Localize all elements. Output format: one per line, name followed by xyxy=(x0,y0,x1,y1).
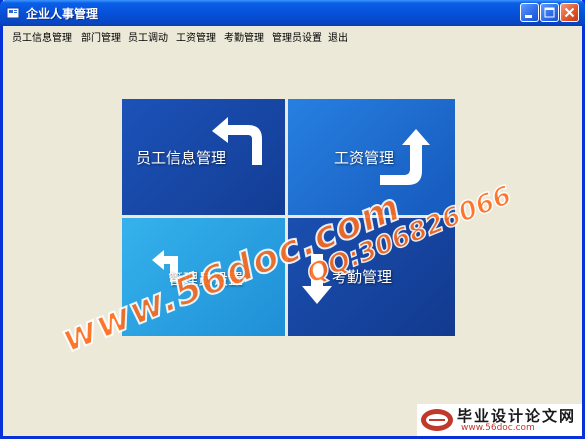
tile-salary-label: 工资管理 xyxy=(334,149,395,167)
menu-attendance[interactable]: 考勤管理 xyxy=(224,29,264,44)
menu-employee-info[interactable]: 员工信息管理 xyxy=(12,29,72,44)
minimize-button[interactable] xyxy=(520,3,539,22)
menu-department[interactable]: 部门管理 xyxy=(81,29,121,44)
tile-employee-info-label: 员工信息管理 xyxy=(136,149,227,167)
footer-logo: 毕业设计论文网 www.56doc.com xyxy=(417,404,582,436)
maximize-icon xyxy=(544,7,555,18)
tile-employee-info[interactable]: 员工信息管理 xyxy=(122,99,285,215)
window-title: 企业人事管理 xyxy=(26,7,99,21)
footer-logo-url: www.56doc.com xyxy=(461,423,535,433)
minimize-icon xyxy=(525,15,532,18)
menu-bar: 员工信息管理 部门管理 员工调动 工资管理 考勤管理 管理员设置 退出 xyxy=(3,26,582,44)
close-icon xyxy=(564,7,575,18)
maximize-button[interactable] xyxy=(540,3,559,22)
app-icon xyxy=(6,7,20,19)
menu-exit[interactable]: 退出 xyxy=(328,29,348,44)
menu-employee-transfer[interactable]: 员工调动 xyxy=(128,29,168,44)
menu-admin-settings[interactable]: 管理员设置 xyxy=(272,29,322,44)
menu-salary[interactable]: 工资管理 xyxy=(176,29,216,44)
logo-icon xyxy=(421,409,453,431)
main-window: 企业人事管理 员工信息管理 部门管理 员工调动 工资管理 考勤管理 管理员设置 … xyxy=(0,0,585,439)
close-button[interactable] xyxy=(560,3,579,22)
title-bar[interactable]: 企业人事管理 xyxy=(0,0,585,26)
